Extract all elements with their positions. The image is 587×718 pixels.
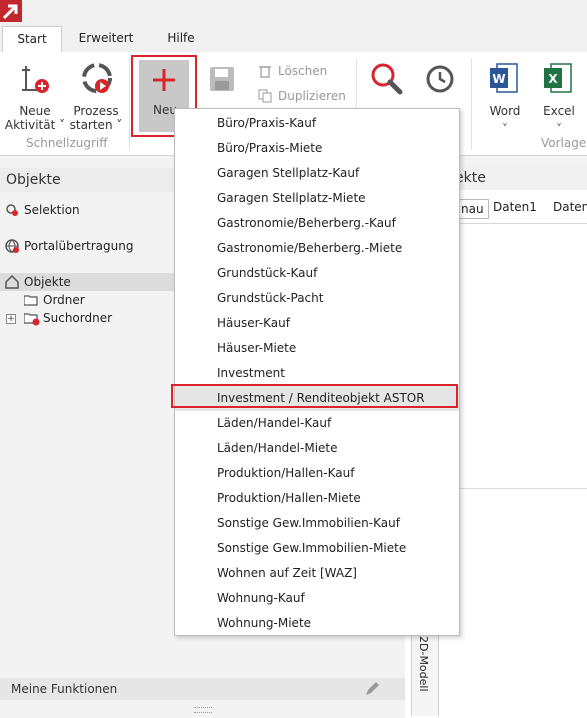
start-process-icon[interactable]	[80, 62, 114, 96]
folder-tree-item[interactable]: Ordner	[43, 293, 85, 307]
menu-item[interactable]: Produktion/Hallen-Miete	[175, 486, 459, 511]
selection-item[interactable]: Selektion	[24, 203, 80, 217]
new-activity-label-1: Neue	[19, 104, 51, 118]
menu-item[interactable]: Gastronomie/Beherberg.-Miete	[175, 236, 459, 261]
svg-text:W: W	[492, 72, 505, 86]
start-process-button[interactable]: Prozess starten ˅	[66, 104, 126, 132]
menu-item[interactable]: Produktion/Hallen-Kauf	[175, 461, 459, 486]
new-activity-label-2: Aktivität ˅	[4, 118, 66, 132]
right-panel-divider	[438, 488, 587, 489]
excel-dropdown-arrow[interactable]: ˅	[534, 122, 584, 136]
delete-icon	[258, 64, 272, 78]
word-button[interactable]: Word	[480, 104, 530, 118]
vertical-tab-label: 2D-Modell	[417, 636, 430, 692]
expand-toggle-icon[interactable]: +	[6, 314, 16, 324]
word-icon[interactable]: W	[489, 62, 519, 94]
start-process-label-1: Prozess	[73, 104, 119, 118]
objects-tree-label[interactable]: Objekte	[24, 275, 71, 289]
menu-item[interactable]: Grundstück-Kauf	[175, 261, 459, 286]
home-icon	[5, 274, 19, 289]
highlighted-item-frame	[171, 384, 458, 408]
menu-item[interactable]: Wohnung-Miete	[175, 611, 459, 636]
menu-item[interactable]: Sonstige Gew.Immobilien-Kauf	[175, 511, 459, 536]
menu-item[interactable]: Sonstige Gew.Immobilien-Miete	[175, 536, 459, 561]
duplicate-icon	[258, 89, 272, 103]
pencil-icon[interactable]	[364, 681, 380, 697]
tab-fragment[interactable]: nau	[457, 199, 489, 219]
title-bar	[0, 0, 587, 22]
new-activity-icon[interactable]	[20, 62, 52, 96]
search-folder-icon	[23, 312, 40, 326]
tab-daten1[interactable]: Daten1	[493, 200, 537, 214]
folder-icon	[23, 294, 38, 306]
save-icon[interactable]	[209, 66, 235, 92]
menu-item[interactable]: Läden/Handel-Miete	[175, 436, 459, 461]
new-activity-button[interactable]: Neue Aktivität ˅	[4, 104, 66, 132]
menu-item[interactable]: Grundstück-Pacht	[175, 286, 459, 311]
vertical-tab[interactable]: 2D-Modell	[411, 636, 439, 716]
splitter-grip[interactable]	[194, 707, 212, 713]
tab-start[interactable]: Start	[2, 26, 62, 53]
search-folder-tree-item[interactable]: Suchordner	[43, 311, 112, 325]
ribbon-tab-bar: Start Erweitert Hilfe	[0, 22, 587, 53]
globe-icon	[5, 239, 19, 253]
tab-erweitert[interactable]: Erweitert	[70, 26, 142, 51]
app-logo-icon	[0, 0, 22, 22]
excel-icon[interactable]: X	[543, 62, 573, 94]
ribbon-separator	[129, 58, 130, 150]
menu-item[interactable]: Läden/Handel-Kauf	[175, 411, 459, 436]
tab-hilfe[interactable]: Hilfe	[155, 26, 207, 51]
menu-item[interactable]: Häuser-Miete	[175, 336, 459, 361]
menu-item[interactable]: Büro/Praxis-Kauf	[175, 111, 459, 136]
delete-button[interactable]: Löschen	[278, 64, 327, 78]
duplicate-button[interactable]: Duplizieren	[278, 89, 346, 103]
menu-item[interactable]: Garagen Stellplatz-Kauf	[175, 161, 459, 186]
menu-item[interactable]: Garagen Stellplatz-Miete	[175, 186, 459, 211]
excel-button[interactable]: Excel	[534, 104, 584, 118]
menu-item[interactable]: Wohnung-Kauf	[175, 586, 459, 611]
tab-daten[interactable]: Daten	[553, 200, 587, 214]
search-icon[interactable]	[370, 62, 404, 96]
menu-item[interactable]: Wohnen auf Zeit [WAZ]	[175, 561, 459, 586]
word-dropdown-arrow[interactable]: ˅	[480, 122, 530, 136]
group-label-schnellzugriff: Schnellzugriff	[26, 136, 108, 150]
menu-item[interactable]: Investment	[175, 361, 459, 386]
history-icon[interactable]	[424, 62, 456, 96]
ribbon-separator	[471, 58, 472, 150]
my-functions-bar[interactable]: Meine Funktionen	[0, 678, 405, 700]
objects-panel-header: Objekte	[0, 168, 174, 192]
start-process-label-2: starten ˅	[69, 118, 123, 132]
selection-icon	[5, 203, 19, 217]
my-functions-label: Meine Funktionen	[11, 682, 118, 696]
new-object-dropdown-menu: Büro/Praxis-Kauf Büro/Praxis-Miete Garagen…	[174, 108, 460, 636]
group-label-vorlagen: Vorlage	[541, 136, 587, 150]
menu-item[interactable]: Häuser-Kauf	[175, 311, 459, 336]
menu-item[interactable]: Büro/Praxis-Miete	[175, 136, 459, 161]
portal-transfer-item[interactable]: Portalübertragung	[24, 239, 133, 253]
svg-text:X: X	[548, 72, 558, 86]
menu-item[interactable]: Gastronomie/Beherberg.-Kauf	[175, 211, 459, 236]
